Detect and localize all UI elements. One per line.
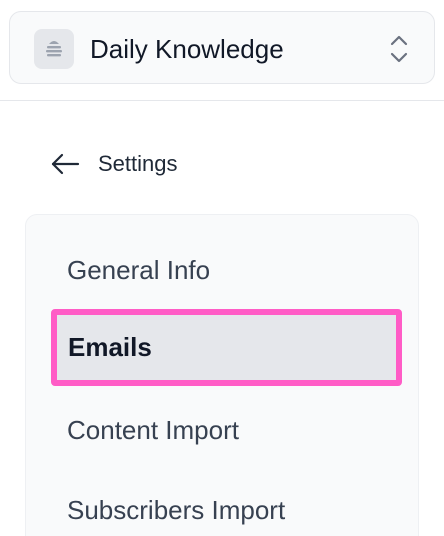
back-to-settings-link[interactable]: Settings — [50, 146, 178, 182]
nav-item-subscribers-import[interactable]: Subscribers Import — [50, 474, 400, 536]
newsletter-logo-icon — [34, 29, 74, 69]
nav-item-general-info[interactable]: General Info — [50, 234, 400, 306]
settings-sidebar: Daily Knowledge Settings General Info Em… — [0, 0, 444, 536]
workspace-switcher[interactable]: Daily Knowledge — [9, 11, 435, 84]
nav-item-emails[interactable]: Emails — [51, 309, 402, 386]
back-label: Settings — [98, 151, 178, 176]
nav-item-content-import[interactable]: Content Import — [50, 394, 400, 466]
settings-nav-panel: General Info Emails Content Import Subsc… — [25, 214, 419, 536]
chevron-up-down-icon[interactable] — [388, 33, 410, 65]
header-divider — [0, 100, 444, 101]
workspace-name: Daily Knowledge — [90, 34, 284, 64]
arrow-left-icon — [51, 153, 80, 175]
